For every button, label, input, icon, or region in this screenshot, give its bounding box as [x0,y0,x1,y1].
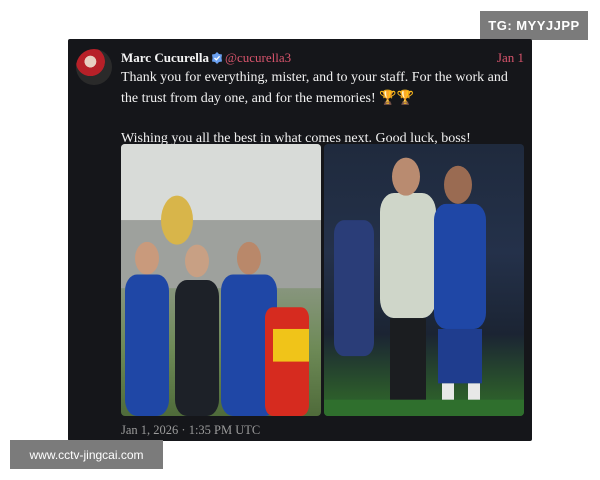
author-name[interactable]: Marc Cucurella [121,50,209,66]
tweet-timestamp[interactable]: Jan 1, 2026 · 1:35 PM UTC [121,423,260,438]
tweet-text: Thank you for everything, mister, and to… [121,67,526,149]
watermark-bottom: www.cctv-jingcai.com [10,440,163,469]
photo-celebration[interactable] [121,144,321,416]
tweet-media [121,144,524,416]
author-handle[interactable]: @cucurella3 [225,50,291,66]
tweet-date[interactable]: Jan 1 [497,50,524,66]
tweet-card: Marc Cucurella @cucurella3 Jan 1 Thank y… [68,39,532,441]
tweet-text-line-1: Thank you for everything, mister, and to… [121,70,508,106]
avatar[interactable] [76,49,112,85]
tweet-header: Marc Cucurella @cucurella3 Jan 1 [121,49,524,67]
verified-badge-icon [211,52,222,64]
photo-embrace[interactable] [324,144,524,416]
watermark-top: TG: MYYJJPP [480,11,588,40]
